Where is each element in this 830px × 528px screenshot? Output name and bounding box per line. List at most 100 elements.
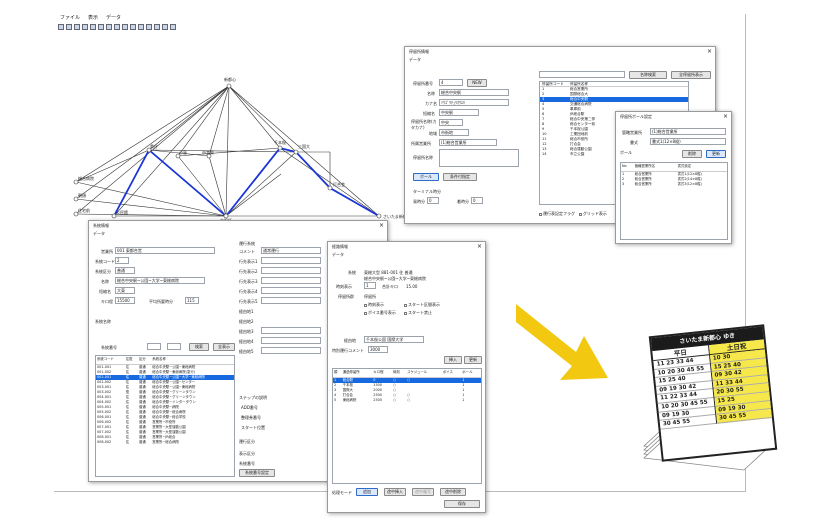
settings-icon[interactable] bbox=[106, 24, 112, 30]
pole-row[interactable]: 3 総合営業所 書式3(12×8縦) bbox=[621, 182, 727, 187]
cut-icon[interactable] bbox=[90, 24, 96, 30]
dist-input[interactable]: 15500 bbox=[115, 297, 135, 304]
right-input-5[interactable] bbox=[261, 297, 321, 304]
name-input[interactable]: 総合中央駅 bbox=[439, 89, 509, 96]
route-search-label: 系統番号 bbox=[101, 345, 117, 350]
copy-icon[interactable] bbox=[82, 24, 88, 30]
window-icon[interactable] bbox=[162, 24, 168, 30]
comment-input[interactable]: 通常運行 bbox=[261, 247, 321, 254]
short2-input[interactable]: 中央 bbox=[439, 119, 463, 126]
mid-copy-button[interactable]: 途中複写 bbox=[412, 488, 434, 496]
office-select[interactable]: 001 東都合営 bbox=[115, 247, 215, 254]
arrow-graphic bbox=[516, 304, 608, 380]
map-label-n9: 市営東 bbox=[202, 149, 214, 155]
close-icon[interactable]: × bbox=[707, 47, 712, 56]
route-dialog-tab[interactable]: データ bbox=[89, 230, 387, 237]
region-label: 地域 bbox=[429, 131, 437, 136]
route-stop-grid[interactable]: 順通過停留所 キロ程 時刻 スケジュール ボイス ポール 1 総合駅 0 ○ ○ 1 2 千本桜 1500 ○… bbox=[332, 368, 482, 484]
close-icon[interactable]: × bbox=[477, 242, 482, 251]
save-button[interactable]: 保存 bbox=[444, 500, 480, 508]
menu-file[interactable]: ファイル bbox=[60, 14, 80, 23]
name-search-button[interactable]: 名称検索 bbox=[629, 71, 667, 79]
pole-update-button[interactable]: 更新 bbox=[706, 150, 726, 158]
all-stops-button[interactable]: 全停留所表示 bbox=[671, 71, 711, 79]
company-select[interactable]: (1)総合営業所 bbox=[439, 139, 497, 146]
route-search-input[interactable] bbox=[147, 343, 161, 350]
right-input-9[interactable] bbox=[261, 337, 321, 344]
right-input-10[interactable] bbox=[261, 347, 321, 354]
kana-input[interactable]: ｿｳｺﾞｳﾁｭｳｵｳｴｷ bbox=[439, 99, 509, 106]
route-grid[interactable]: 系統コード 往復 区分 系統名称 001-001 往普通 総合中央駅~公園~東総病院 001-… bbox=[95, 355, 235, 477]
pole-format-select[interactable]: 書式1(12×8縦) bbox=[650, 138, 726, 145]
code-input[interactable]: 2 bbox=[115, 257, 129, 264]
update-button[interactable]: 更新 bbox=[464, 356, 482, 364]
route-detail-tab[interactable]: データ bbox=[328, 251, 485, 258]
check-voice[interactable]: ボイス番号表示 bbox=[364, 310, 396, 316]
route-no-setting-button[interactable]: 系統番号設定 bbox=[239, 469, 275, 477]
dep-input[interactable]: 0 bbox=[471, 197, 483, 204]
route-search-button[interactable]: 検索 bbox=[189, 343, 209, 351]
grid-icon[interactable] bbox=[146, 24, 152, 30]
route-short-input[interactable]: 大東 bbox=[115, 287, 135, 294]
right-label-9: 経由地4 bbox=[239, 339, 254, 344]
route-row[interactable]: 008-002 往普通 営業所~総合病院 bbox=[96, 440, 234, 445]
right-label-1: 行先表示1 bbox=[239, 259, 258, 264]
delete-icon[interactable] bbox=[138, 24, 144, 30]
detail-button[interactable]: 条件付指定 bbox=[443, 173, 477, 181]
edit-icon[interactable] bbox=[130, 24, 136, 30]
check-row[interactable]: 運行表記定フラグ グリッド表示 bbox=[539, 211, 607, 217]
route-search-input2[interactable] bbox=[167, 343, 181, 350]
close-icon[interactable]: × bbox=[723, 112, 728, 121]
mid-delete-button[interactable]: 途中削除 bbox=[440, 488, 466, 496]
office-label: 営業所 bbox=[101, 249, 113, 254]
route-all-button[interactable]: 全表示 bbox=[213, 343, 235, 351]
save-icon[interactable] bbox=[74, 24, 80, 30]
route-detail-via[interactable]: 千本桜公園 国際大学 bbox=[364, 336, 424, 343]
right-input-3[interactable] bbox=[261, 277, 321, 284]
check-start-ban[interactable]: スタート禁止 bbox=[404, 310, 432, 316]
mid-insert-button[interactable]: 途中挿入 bbox=[384, 488, 406, 496]
note-textarea[interactable] bbox=[439, 149, 519, 167]
kind-select[interactable]: 普通 bbox=[115, 267, 135, 274]
menu-data[interactable]: データ bbox=[106, 14, 121, 23]
paste-icon[interactable] bbox=[98, 24, 104, 30]
check-start[interactable]: スタート区間表示 bbox=[404, 302, 440, 308]
pole-company-select[interactable]: (1)総合営業所 bbox=[650, 128, 726, 135]
route-stop-row[interactable]: 5 東総病院 2500 ○ ○ 1 bbox=[333, 398, 481, 403]
kana-label: カナ名 bbox=[425, 101, 437, 106]
user-icon[interactable] bbox=[170, 24, 176, 30]
pole-delete-button[interactable]: 削除 bbox=[682, 150, 702, 158]
insert-button[interactable]: 挿入 bbox=[444, 356, 462, 364]
route-detail-dist: 15.00 bbox=[406, 284, 418, 289]
new-button[interactable]: NEW bbox=[467, 79, 487, 87]
pole-tab[interactable]: ポール bbox=[620, 150, 632, 156]
open-icon[interactable] bbox=[66, 24, 72, 30]
arr-input[interactable]: 0 bbox=[427, 197, 439, 204]
map-icon[interactable] bbox=[122, 24, 128, 30]
right-input-8[interactable] bbox=[261, 327, 321, 334]
menu-view[interactable]: 表示 bbox=[88, 14, 98, 23]
right-input-2[interactable] bbox=[261, 267, 321, 274]
run-group-label: 運行系統 bbox=[239, 241, 255, 246]
route-detail-time[interactable]: 1 bbox=[364, 282, 376, 289]
stop-search-input[interactable] bbox=[539, 71, 625, 78]
list-icon[interactable] bbox=[114, 24, 120, 30]
region-select[interactable]: 市街地 bbox=[439, 129, 469, 136]
right-input-1[interactable] bbox=[261, 257, 321, 264]
stop-no-input[interactable]: 4 bbox=[439, 79, 463, 86]
special-comment[interactable]: 3000 bbox=[368, 346, 388, 353]
map-label-n5: 打合会 bbox=[333, 181, 345, 187]
search-icon[interactable] bbox=[154, 24, 160, 30]
add-button[interactable]: 追加 bbox=[356, 488, 378, 496]
route-name-input[interactable]: 総合中央駅~公園~大学~東総病院 bbox=[115, 277, 205, 284]
new-icon[interactable] bbox=[58, 24, 64, 30]
route-no-label: 系統番号 bbox=[239, 461, 255, 466]
close-icon[interactable]: × bbox=[379, 221, 384, 230]
time-input[interactable]: 115 bbox=[185, 297, 199, 304]
short-input[interactable]: 中央駅 bbox=[439, 109, 479, 116]
pole-button[interactable]: ボール bbox=[413, 173, 439, 181]
stop-dialog-tab[interactable]: データ bbox=[405, 56, 715, 63]
check-time[interactable]: 時刻表示 bbox=[364, 302, 384, 308]
right-input-4[interactable] bbox=[261, 287, 321, 294]
pole-grid[interactable]: No 管轄営業所名 書式設定 1 総合営業所 書式1(12×8縦) 2 総合営業所 書式2(14… bbox=[620, 162, 728, 240]
